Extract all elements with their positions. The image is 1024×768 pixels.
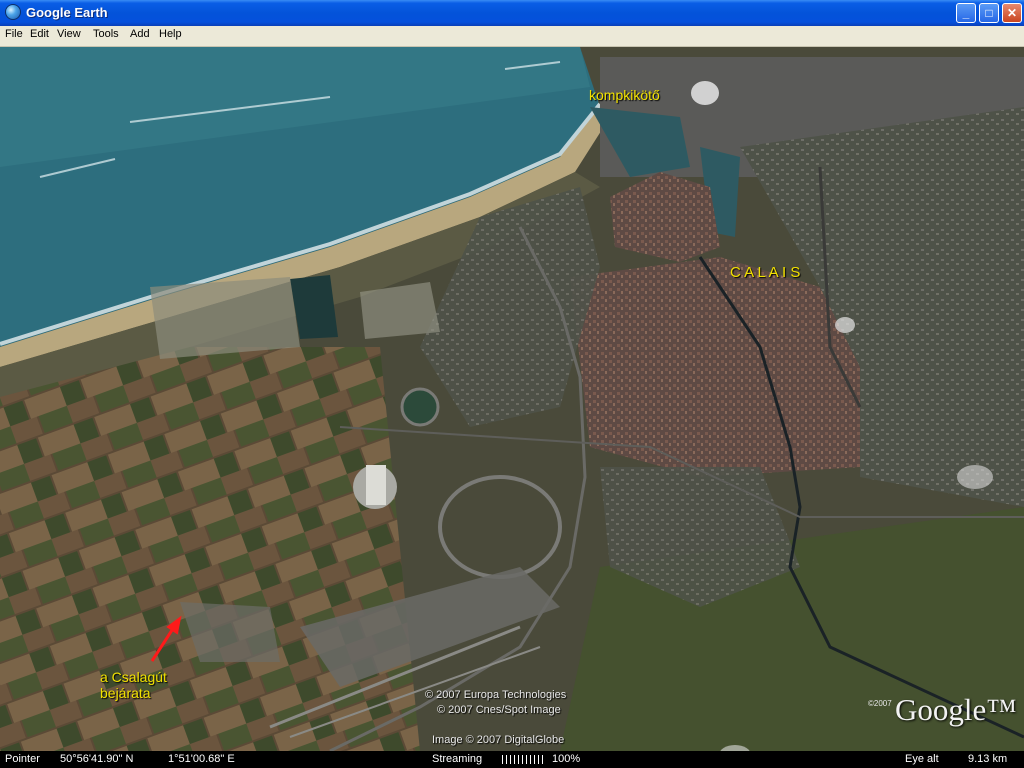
streaming-label: Streaming (432, 753, 483, 765)
streaming-percent: 100% (552, 753, 581, 765)
pointer-longitude: 1°51'00.68" E (168, 753, 235, 765)
menu-tools[interactable]: Tools (93, 28, 119, 40)
label-tunnel-line2: bejárata (100, 685, 151, 701)
eye-alt-label: Eye alt (905, 753, 939, 765)
label-city: C A L A I S (730, 264, 801, 281)
map-viewport[interactable]: kompkikötő C A L A I S a Csalagút bejára… (0, 47, 1024, 751)
label-ferry-port: kompkikötő (589, 87, 660, 103)
close-button[interactable]: ✕ (1002, 3, 1022, 23)
label-tunnel-entrance: a Csalagút bejárata (100, 669, 167, 701)
menu-view[interactable]: View (57, 28, 81, 40)
streaming-progress-bar (502, 755, 546, 764)
credit-cnes: © 2007 Cnes/Spot Image (437, 704, 561, 716)
window-title: Google Earth (26, 5, 108, 20)
satellite-image (0, 47, 1024, 751)
pointer-latitude: 50°56'41.90" N (60, 753, 134, 765)
menu-file[interactable]: File (5, 28, 23, 40)
credit-digitalglobe: Image © 2007 DigitalGlobe (432, 734, 565, 746)
google-earth-icon (5, 4, 21, 20)
menu-add[interactable]: Add (130, 28, 150, 40)
menu-bar: File Edit View Tools Add Help (0, 26, 1024, 47)
eye-alt-value: 9.13 km (968, 753, 1008, 765)
minimize-button[interactable]: _ (956, 3, 976, 23)
pointer-label: Pointer (5, 753, 40, 765)
logo-year: ©2007 (868, 699, 892, 708)
status-bar: Pointer 50°56'41.90" N 1°51'00.68" E Str… (0, 751, 1024, 768)
menu-help[interactable]: Help (159, 28, 182, 40)
google-logo: Google™ (895, 692, 1017, 727)
label-tunnel-line1: a Csalagút (100, 669, 167, 685)
title-bar[interactable]: Google Earth _ □ ✕ (0, 0, 1024, 26)
credit-europa: © 2007 Europa Technologies (425, 689, 567, 701)
maximize-button[interactable]: □ (979, 3, 999, 23)
menu-edit[interactable]: Edit (30, 28, 49, 40)
